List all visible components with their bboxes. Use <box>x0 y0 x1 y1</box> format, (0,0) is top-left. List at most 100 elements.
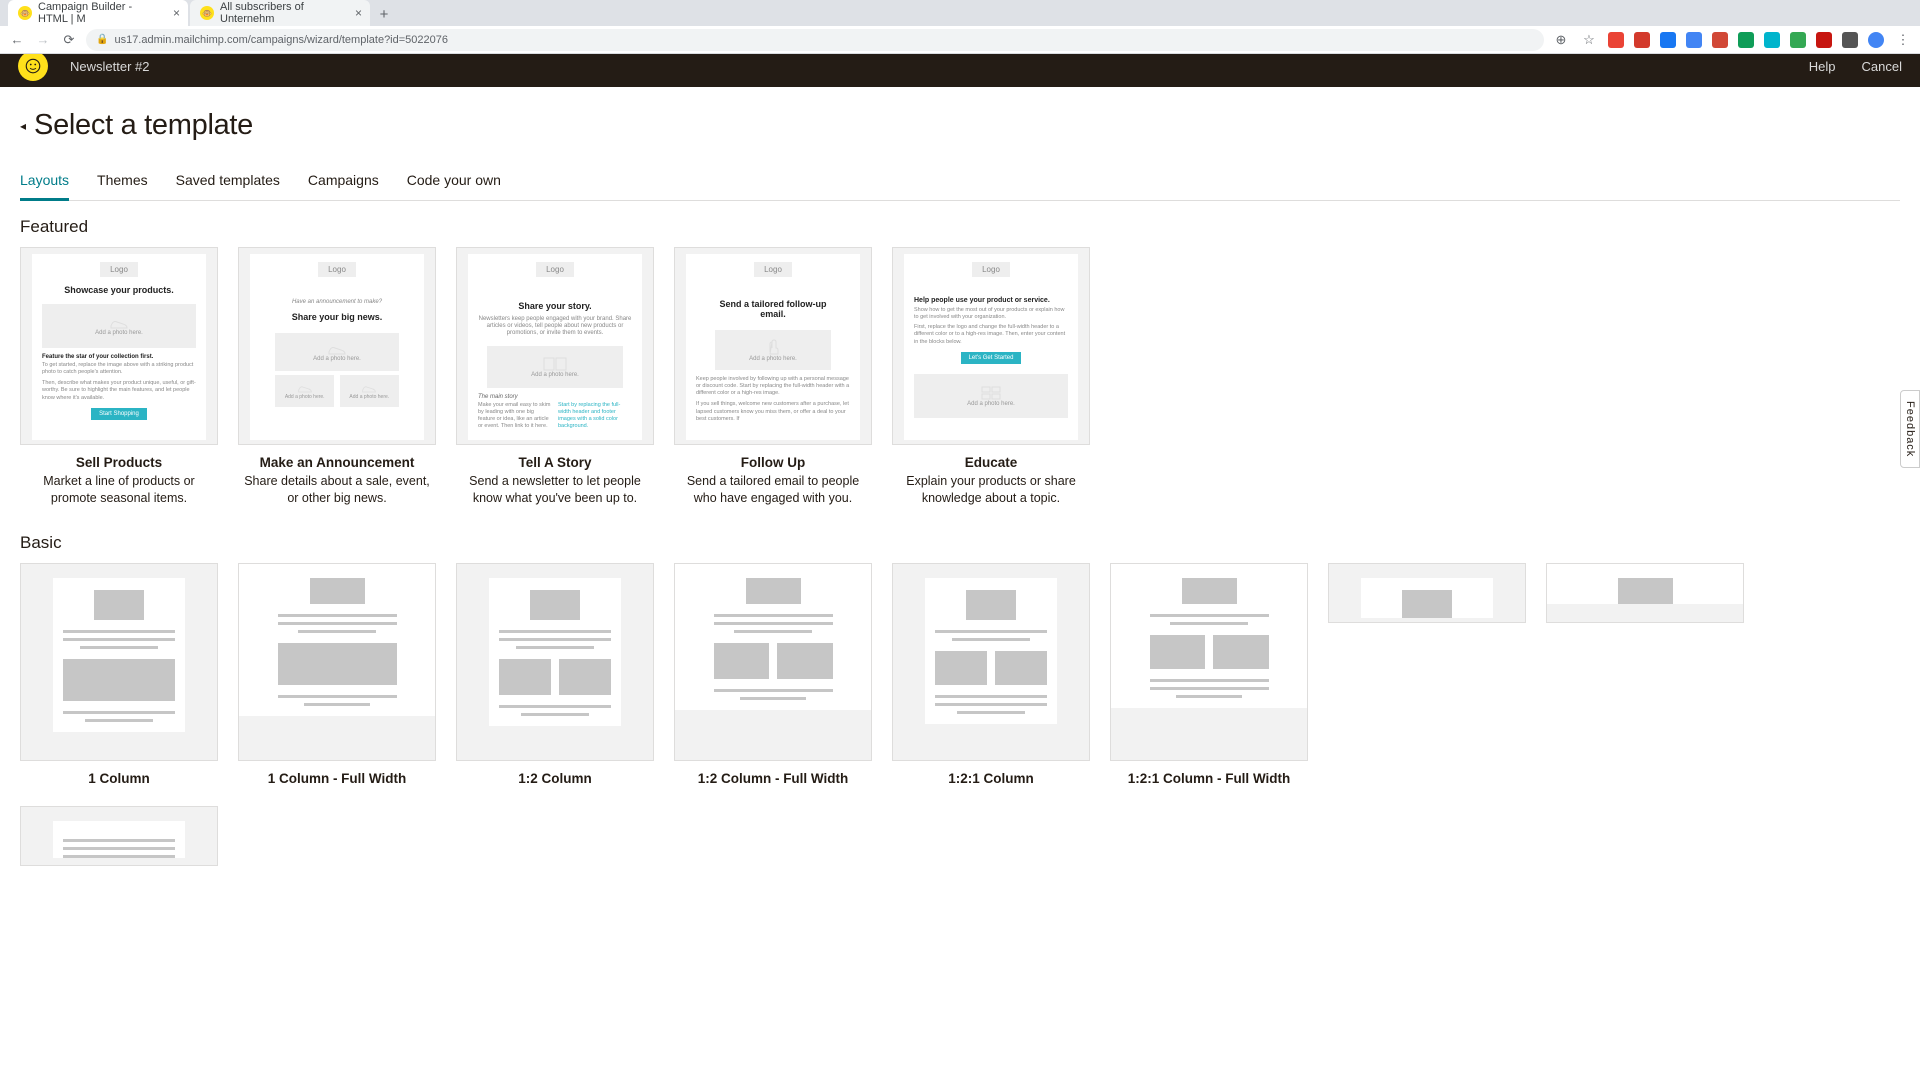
template-title: Make an Announcement <box>238 455 436 470</box>
template-title: 1 Column <box>20 771 218 786</box>
ext-icon[interactable] <box>1764 32 1780 48</box>
thumb-line: If you sell things, welcome new customer… <box>696 401 850 422</box>
template-follow-up[interactable]: Logo Send a tailored follow-up email. Ad… <box>674 247 872 507</box>
favicon-icon: 🐵 <box>200 6 214 20</box>
template-thumb <box>1328 563 1526 623</box>
browser-tab-active[interactable]: 🐵 Campaign Builder - HTML | M × <box>8 0 188 26</box>
thumb-line: Keep people involved by following up wit… <box>696 376 850 397</box>
photo-label: Add a photo here. <box>531 372 579 378</box>
template-announcement[interactable]: Logo Have an announcement to make? Share… <box>238 247 436 507</box>
template-thumb <box>20 563 218 761</box>
template-thumb <box>892 563 1090 761</box>
newspaper-icon <box>542 356 568 372</box>
ext-icon[interactable] <box>1712 32 1728 48</box>
photo-label: Add a photo here. <box>313 356 361 362</box>
ext-icon[interactable] <box>1790 32 1806 48</box>
shoe-icon <box>297 382 313 394</box>
template-thumb: Logo Help people use your product or ser… <box>892 247 1090 445</box>
template-thumb <box>20 806 218 866</box>
close-icon[interactable]: × <box>355 6 362 20</box>
thumb-heading: Showcase your products. <box>64 285 174 295</box>
template-121-column[interactable]: 1:2:1 Column <box>892 563 1090 786</box>
mailchimp-logo[interactable] <box>18 51 48 81</box>
logo-placeholder: Logo <box>318 262 356 277</box>
template-row2-b[interactable] <box>1546 563 1744 786</box>
template-desc: Share details about a sale, event, or ot… <box>238 473 436 507</box>
template-thumb <box>674 563 872 761</box>
layout-block <box>63 659 175 701</box>
thumb-line: First, replace the logo and change the f… <box>914 324 1068 345</box>
avatar-icon[interactable] <box>1868 32 1884 48</box>
tab-title: Campaign Builder - HTML | M <box>38 1 163 25</box>
thumb-line: To get started, replace the image above … <box>42 362 196 376</box>
template-thumb: Logo Share your story. Newsletters keep … <box>456 247 654 445</box>
thumb-sub: Have an announcement to make? <box>292 299 382 306</box>
template-12-column-fw[interactable]: 1:2 Column - Full Width <box>674 563 872 786</box>
reload-icon[interactable]: ⟳ <box>60 31 78 49</box>
template-1-column-fw[interactable]: 1 Column - Full Width <box>238 563 436 786</box>
new-tab-button[interactable]: + <box>372 2 396 26</box>
template-sell-products[interactable]: Logo Showcase your products. Add a photo… <box>20 247 218 507</box>
template-tell-story[interactable]: Logo Share your story. Newsletters keep … <box>456 247 654 507</box>
grid-icon <box>980 385 1002 401</box>
template-121-column-fw[interactable]: 1:2:1 Column - Full Width <box>1110 563 1308 786</box>
address-row: ← → ⟳ 🔒 us17.admin.mailchimp.com/campaig… <box>0 26 1920 54</box>
template-title: 1:2 Column - Full Width <box>674 771 872 786</box>
template-12-column[interactable]: 1:2 Column <box>456 563 654 786</box>
template-desc: Send a tailored email to people who have… <box>674 473 872 507</box>
logo-placeholder: Logo <box>536 262 574 277</box>
tab-code[interactable]: Code your own <box>407 172 501 201</box>
back-caret-icon[interactable]: ◂ <box>20 119 26 133</box>
ext-icon[interactable] <box>1608 32 1624 48</box>
layout-block <box>94 590 144 620</box>
feedback-tab[interactable]: Feedback <box>1900 390 1920 468</box>
ext-icon[interactable] <box>1816 32 1832 48</box>
browser-tab[interactable]: 🐵 All subscribers of Unternehm × <box>190 0 370 26</box>
template-title: 1:2 Column <box>456 771 654 786</box>
ext-icon[interactable] <box>1634 32 1650 48</box>
page-title: Select a template <box>34 109 253 142</box>
ext-icon[interactable] <box>1842 32 1858 48</box>
ext-icon[interactable] <box>1738 32 1754 48</box>
template-title: 1 Column - Full Width <box>238 771 436 786</box>
hand-icon <box>764 338 782 356</box>
zoom-icon[interactable]: ⊕ <box>1552 31 1570 49</box>
menu-icon[interactable]: ⋮ <box>1894 31 1912 49</box>
ext-icon[interactable] <box>1686 32 1702 48</box>
ext-icon[interactable] <box>1660 32 1676 48</box>
layout-block <box>966 590 1016 620</box>
star-icon[interactable]: ☆ <box>1580 31 1598 49</box>
template-row2-c[interactable] <box>20 806 218 866</box>
help-link[interactable]: Help <box>1809 59 1836 74</box>
browser-chrome: 🐵 Campaign Builder - HTML | M × 🐵 All su… <box>0 0 1920 45</box>
featured-grid: Logo Showcase your products. Add a photo… <box>20 247 1900 507</box>
address-bar[interactable]: 🔒 us17.admin.mailchimp.com/campaigns/wiz… <box>86 29 1544 51</box>
photo-label: Add a photo here. <box>349 394 389 400</box>
tab-layouts[interactable]: Layouts <box>20 172 69 201</box>
template-title: 1:2:1 Column <box>892 771 1090 786</box>
thumb-line: Show how to get the most out of your pro… <box>914 307 1068 321</box>
template-desc: Send a newsletter to let people know wha… <box>456 473 654 507</box>
thumb-button: Start Shopping <box>91 408 147 420</box>
thumb-heading: Send a tailored follow-up email. <box>696 299 850 319</box>
template-thumb <box>238 563 436 761</box>
forward-icon: → <box>34 31 52 49</box>
template-educate[interactable]: Logo Help people use your product or ser… <box>892 247 1090 507</box>
template-row2-a[interactable] <box>1328 563 1526 786</box>
tab-themes[interactable]: Themes <box>97 172 148 201</box>
thumb-button: Let's Get Started <box>961 352 1022 364</box>
tab-saved[interactable]: Saved templates <box>176 172 280 201</box>
photo-label: Add a photo here. <box>285 394 325 400</box>
template-title: Educate <box>892 455 1090 470</box>
back-icon[interactable]: ← <box>8 31 26 49</box>
layout-block <box>278 643 397 685</box>
close-icon[interactable]: × <box>173 6 180 20</box>
logo-placeholder: Logo <box>754 262 792 277</box>
thumb-heading: Share your big news. <box>292 312 383 322</box>
cancel-link[interactable]: Cancel <box>1862 59 1902 74</box>
section-featured-title: Featured <box>20 217 1900 237</box>
template-thumb <box>1546 563 1744 623</box>
tab-campaigns[interactable]: Campaigns <box>308 172 379 201</box>
shoe-icon <box>109 316 129 330</box>
template-1-column[interactable]: 1 Column <box>20 563 218 786</box>
